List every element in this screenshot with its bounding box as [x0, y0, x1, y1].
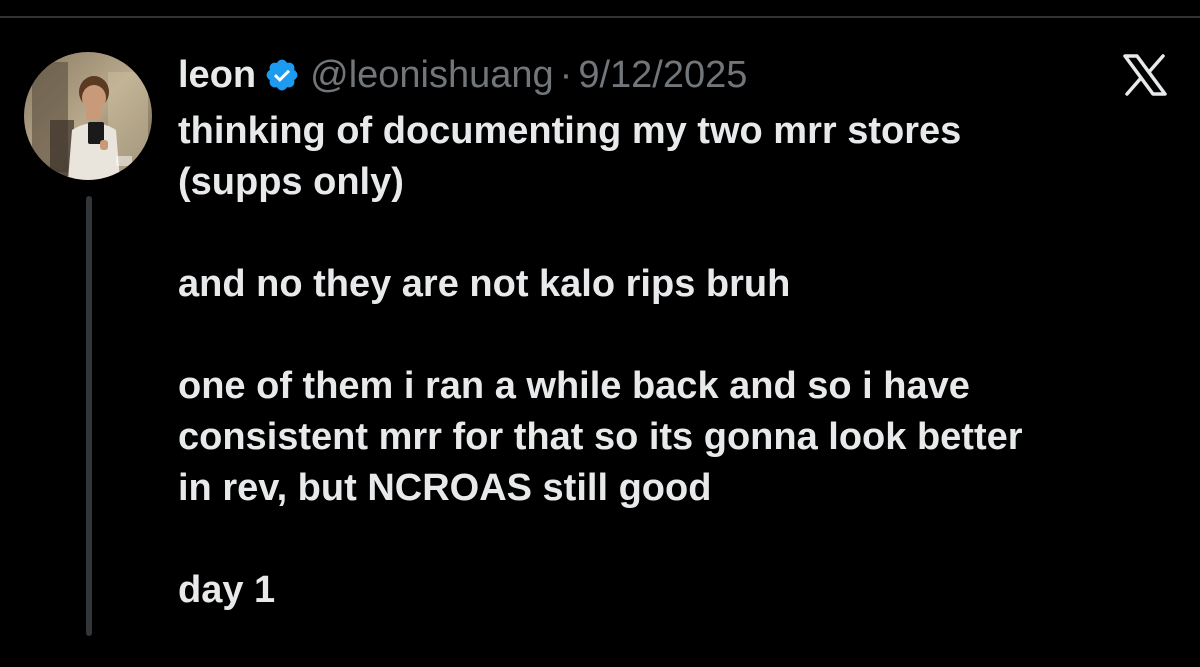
tweet-paragraph: and no they are not kalo rips bruh: [178, 259, 1178, 310]
tweet-line: (supps only): [178, 161, 404, 203]
verified-badge-icon: [264, 57, 300, 93]
tweet-header: leon @leonishuang · 9/12/2025: [178, 50, 747, 100]
tweet-line: thinking of documenting my two mrr store…: [178, 110, 962, 152]
tweet-body: thinking of documenting my two mrr store…: [178, 106, 1178, 667]
header-separator: ·: [559, 53, 573, 96]
top-divider: [0, 16, 1200, 18]
tweet-paragraph: one of them i ran a while back and so i …: [178, 361, 1178, 514]
thread-connector-line: [86, 196, 92, 636]
avatar[interactable]: [24, 52, 152, 180]
tweet-paragraph: thinking of documenting my two mrr store…: [178, 106, 1178, 208]
tweet-line: in rev, but NCROAS still good: [178, 467, 712, 509]
tweet-line: one of them i ran a while back and so i …: [178, 365, 970, 407]
profile-photo-avatar: [24, 52, 152, 180]
tweet-line: and no they are not kalo rips bruh: [178, 263, 791, 305]
author-handle[interactable]: @leonishuang: [310, 54, 554, 97]
tweet-paragraph: day 1: [178, 565, 1178, 616]
author-display-name[interactable]: leon: [178, 54, 256, 97]
tweet-line: day 1: [178, 569, 276, 611]
x-logo-icon[interactable]: [1122, 54, 1168, 96]
tweet-date[interactable]: 9/12/2025: [578, 54, 747, 97]
tweet-line: consistent mrr for that so its gonna loo…: [178, 416, 1023, 458]
